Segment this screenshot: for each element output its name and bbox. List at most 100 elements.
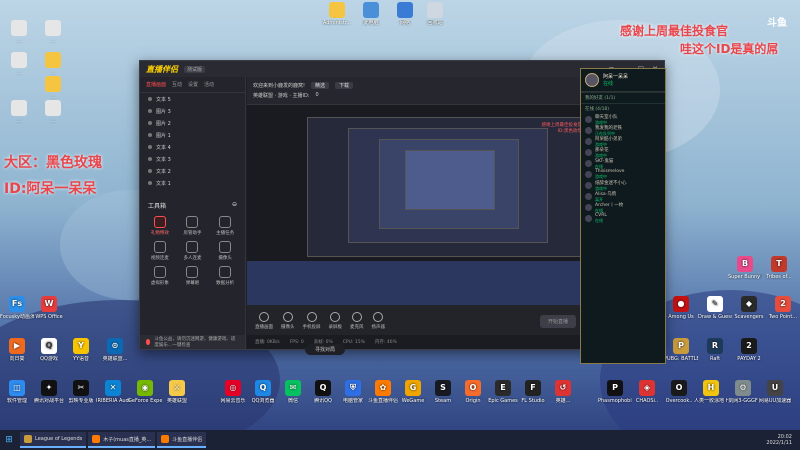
- tool-button[interactable]: 多人连麦: [179, 241, 207, 261]
- tool-button[interactable]: 数据分析: [211, 266, 239, 286]
- friend-group-1[interactable]: 我的好友 (1/1): [581, 92, 665, 103]
- desktop-shortcut[interactable]: ◈ CHAOSi..: [630, 380, 664, 404]
- tool-button[interactable]: 礼物特效: [146, 216, 174, 236]
- friend-row[interactable]: 那朵花 游戏中: [581, 147, 665, 158]
- desktop-shortcut[interactable]: ...: [2, 100, 36, 124]
- desktop-shortcut[interactable]: ⚙ 剑网3-GGGF: [726, 380, 760, 404]
- desktop-shortcut[interactable]: 2 PAYDAY 2: [732, 338, 766, 362]
- eye-icon[interactable]: [148, 145, 152, 149]
- desktop-shortcut[interactable]: W WPS Office: [32, 296, 66, 320]
- desktop-shortcut[interactable]: R Raft: [698, 338, 732, 362]
- scene-item[interactable]: 文本 3: [140, 153, 245, 165]
- friend-row[interactable]: 纸醉金迷不小心 游戏中: [581, 180, 665, 191]
- desktop-shortcut[interactable]: F FL Studio: [516, 380, 550, 404]
- tab-3[interactable]: 活动: [204, 81, 214, 88]
- desktop-shortcut[interactable]: B Super Bunny Man: [728, 256, 762, 280]
- scene-item[interactable]: 文本 5: [140, 93, 245, 105]
- scene-item[interactable]: 图片 1: [140, 129, 245, 141]
- scene-item[interactable]: 图片 3: [140, 105, 245, 117]
- desktop-shortcut[interactable]: T Tribes of...: [762, 256, 796, 280]
- friend-row[interactable]: 阿呆酷小弟弟 游戏中: [581, 136, 665, 147]
- friend-row[interactable]: Thisismelove 游戏中: [581, 169, 665, 180]
- eye-icon[interactable]: [148, 181, 152, 185]
- scene-item[interactable]: 文本 4: [140, 141, 245, 153]
- friend-row[interactable]: 我发我的老铁 正在队列中: [581, 125, 665, 136]
- desktop-shortcut[interactable]: ...: [36, 52, 70, 76]
- desktop-shortcut[interactable]: ...: [36, 20, 70, 44]
- desktop-shortcut[interactable]: Q 腾讯QQ: [306, 380, 340, 404]
- eye-icon[interactable]: [148, 109, 152, 113]
- desktop-shortcut[interactable]: ◎ 网易云音乐: [216, 380, 250, 404]
- source-button[interactable]: 麦克风: [350, 312, 364, 330]
- desktop-shortcut[interactable]: O Origin: [456, 380, 490, 404]
- friend-group-2[interactable]: 在线 (4/18): [581, 103, 665, 114]
- desktop-shortcut[interactable]: ✿ 斗鱼直播伴侣: [366, 380, 400, 404]
- tool-button[interactable]: 房管助手: [179, 216, 207, 236]
- start-button[interactable]: ⊞: [0, 430, 18, 450]
- tab-2[interactable]: 设置: [188, 81, 198, 88]
- clock[interactable]: 20:02 2022/1/11: [766, 434, 800, 446]
- find-match-button[interactable]: 寻找对局: [305, 344, 346, 355]
- friend-row[interactable]: SKT-鬼猫 在线: [581, 158, 665, 169]
- desktop-shortcut[interactable]: ↺ 英雄...: [546, 380, 580, 404]
- tool-button[interactable]: 弹幕姬: [179, 266, 207, 286]
- desktop-shortcut[interactable]: ...: [36, 100, 70, 124]
- desktop-shortcut[interactable]: O Overcook..: [662, 380, 696, 404]
- desktop-shortcut[interactable]: ◫ 软件管理: [0, 380, 34, 404]
- friend-row[interactable]: Alisa·乌鸦 离开: [581, 191, 665, 202]
- desktop-shortcut[interactable]: ● Among Us: [664, 296, 698, 320]
- friend-row[interactable]: 聊天室小队 游戏中: [581, 114, 665, 125]
- desktop-shortcut[interactable]: ...: [2, 20, 36, 44]
- tool-button[interactable]: 主播任务: [211, 216, 239, 236]
- desktop-shortcut[interactable]: Fs Focusky动画演示大师: [0, 296, 34, 320]
- tool-button[interactable]: 视频连麦: [146, 241, 174, 261]
- scene-item[interactable]: 文本 2: [140, 165, 245, 177]
- source-button[interactable]: 手机投屏: [303, 312, 321, 330]
- desktop-shortcut[interactable]: ⚔ 英雄联盟: [160, 380, 194, 404]
- desktop-shortcut[interactable]: ✂ 剪映专业版: [64, 380, 98, 404]
- eye-icon[interactable]: [148, 97, 152, 101]
- collapse-icon[interactable]: ⊖: [232, 201, 237, 210]
- tool-button[interactable]: 虚拟形象: [146, 266, 174, 286]
- source-button[interactable]: 摄像头: [281, 312, 295, 330]
- go-live-button[interactable]: 开始直播: [539, 314, 576, 328]
- download-button[interactable]: 下载: [335, 81, 354, 89]
- scene-item[interactable]: 图片 2: [140, 117, 245, 129]
- desktop-shortcut[interactable]: ✎ Draw & Guess: [698, 296, 732, 320]
- desktop-shortcut[interactable]: P Phasmophobia: [598, 380, 632, 404]
- desktop-shortcut[interactable]: 2 Two Point...: [766, 296, 800, 320]
- desktop-shortcut[interactable]: Y YY语音: [64, 338, 98, 362]
- tool-button[interactable]: 摄像头: [211, 241, 239, 261]
- desktop-shortcut[interactable]: ▶ 向日葵: [0, 338, 34, 362]
- desktop-shortcut[interactable]: ...: [36, 76, 70, 100]
- desktop-shortcut[interactable]: 回收站: [418, 2, 452, 26]
- taskbar-item[interactable]: 斗鱼直播伴侣: [157, 432, 207, 448]
- source-button[interactable]: 扬声器: [372, 312, 385, 330]
- source-button[interactable]: 直播画面: [255, 312, 273, 330]
- tab-0[interactable]: 直播画面: [146, 81, 166, 88]
- desktop-shortcut[interactable]: Q QQ游戏: [32, 338, 66, 362]
- desktop-shortcut[interactable]: U 网易UU加速器: [758, 380, 792, 404]
- taskbar-item[interactable]: 木子(muas直播_英...: [88, 432, 156, 448]
- avatar[interactable]: [585, 73, 599, 87]
- desktop-shortcut[interactable]: S Steam: [426, 380, 460, 404]
- desktop-shortcut[interactable]: ◆ Scavengers: [732, 296, 766, 320]
- desktop-shortcut[interactable]: 网络: [388, 2, 422, 26]
- eye-icon[interactable]: [148, 121, 152, 125]
- desktop-shortcut[interactable]: ⊙ 英雄联盟...: [98, 338, 132, 362]
- desktop-shortcut[interactable]: ◉ GeForce Experience: [128, 380, 162, 404]
- desktop-shortcut[interactable]: P PUBG: BATTLEGR...: [664, 338, 698, 362]
- friend-row[interactable]: CVRL 在线: [581, 213, 665, 224]
- desktop-shortcut[interactable]: H 人类一败涂地 Human Fa..: [694, 380, 728, 404]
- live-preview[interactable]: 感谢上周最佳投食官 ID:黑色玫瑰: [247, 105, 584, 305]
- eye-icon[interactable]: [148, 157, 152, 161]
- source-button[interactable]: 录屏板: [329, 312, 342, 330]
- desktop-shortcut[interactable]: ⛨ 电脑管家: [336, 380, 370, 404]
- desktop-shortcut[interactable]: Administr...: [320, 2, 354, 26]
- tab-1[interactable]: 互动: [172, 81, 182, 88]
- room-title[interactable]: 欢迎来到小鹿发的鹿窝!: [253, 82, 305, 89]
- eye-icon[interactable]: [148, 133, 152, 137]
- desktop-shortcut[interactable]: ✕ IRIBERIA Audio...: [96, 380, 130, 404]
- desktop-shortcut[interactable]: Q QQ浏览器: [246, 380, 280, 404]
- desktop-shortcut[interactable]: G WeGame: [396, 380, 430, 404]
